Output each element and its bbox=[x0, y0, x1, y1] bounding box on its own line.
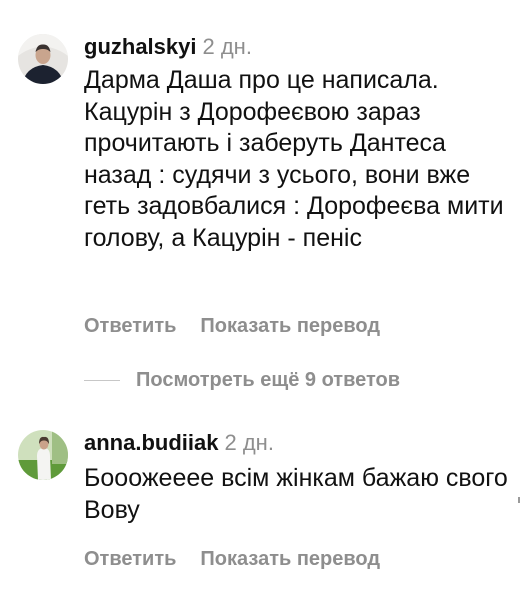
comment-item: anna.budiiak 2 дн. Бооожееее всім жінкам … bbox=[18, 0, 522, 600]
comment-header: anna.budiiak 2 дн. bbox=[84, 430, 274, 456]
username[interactable]: anna.budiiak bbox=[84, 430, 218, 455]
reply-button[interactable]: Ответить bbox=[84, 548, 176, 570]
show-translation-button[interactable]: Показать перевод bbox=[200, 548, 380, 570]
avatar[interactable] bbox=[18, 430, 68, 480]
scroll-indicator bbox=[518, 497, 520, 503]
comment-time: 2 дн. bbox=[224, 430, 274, 455]
comment-text: Бооожееее всім жінкам бажаю свого Вову bbox=[84, 464, 508, 524]
user-avatar-icon bbox=[18, 430, 68, 480]
comment-actions: Ответить Показать перевод bbox=[84, 547, 380, 571]
